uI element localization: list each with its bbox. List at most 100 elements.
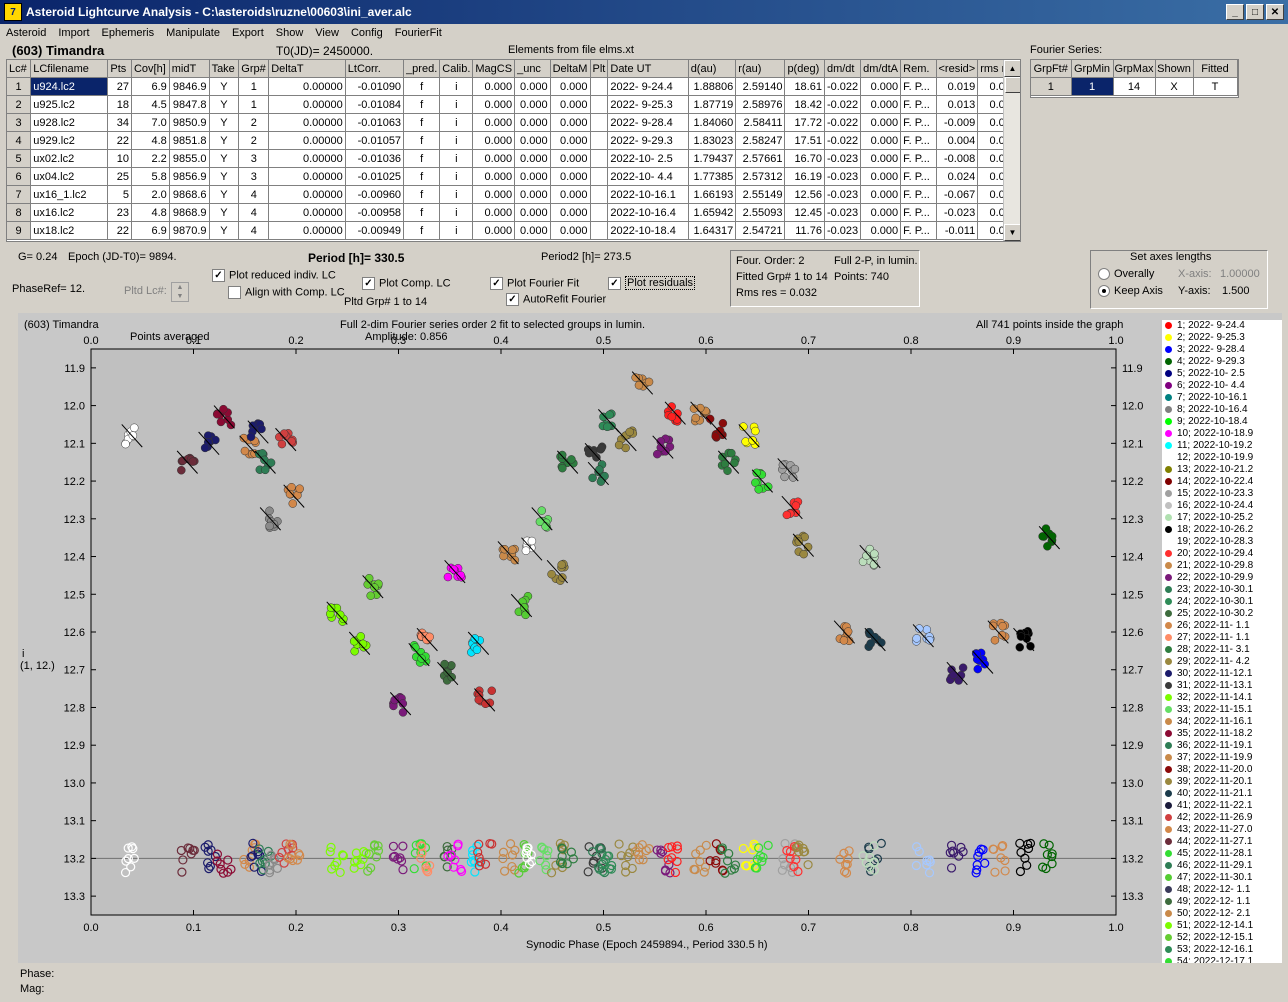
table-cell[interactable]: 4.8 xyxy=(131,131,170,150)
table-cell[interactable]: f xyxy=(403,131,441,150)
table-cell[interactable]: 0.000 xyxy=(550,113,591,132)
table-cell[interactable]: 2 xyxy=(7,95,32,114)
table-cell[interactable]: 0.00000 xyxy=(268,131,346,150)
table-cell[interactable]: Y xyxy=(209,167,240,186)
legend-item[interactable]: 52; 2022-12-15.1 xyxy=(1162,932,1282,944)
table-cell[interactable]: f xyxy=(403,77,441,96)
legend-item[interactable]: 9; 2022-10-18.4 xyxy=(1162,416,1282,428)
table-cell[interactable]: 8 xyxy=(7,203,32,222)
table-cell[interactable] xyxy=(590,95,609,114)
table-cell[interactable]: f xyxy=(403,149,441,168)
table-cell[interactable]: f xyxy=(403,221,441,240)
legend-item[interactable]: 10; 2022-10-18.9 xyxy=(1162,428,1282,440)
spin-down-icon[interactable]: ▼ xyxy=(172,292,188,301)
table-cell[interactable]: f xyxy=(403,203,441,222)
menu-manipulate[interactable]: Manipulate xyxy=(160,27,226,39)
table-cell[interactable]: ux18.lc2 xyxy=(30,221,109,240)
legend-item[interactable]: 3; 2022- 9-28.4 xyxy=(1162,344,1282,356)
table-cell[interactable]: -0.023 xyxy=(824,167,862,186)
table-cell[interactable]: F. P... xyxy=(900,113,937,132)
table-cell[interactable]: Y xyxy=(209,77,240,96)
table-cell[interactable] xyxy=(590,203,609,222)
legend-item[interactable]: 24; 2022-10-30.1 xyxy=(1162,596,1282,608)
lightcurve-table[interactable]: Lc# LCfilename Pts Cov[h] midT Take Grp# DeltaT… xyxy=(6,59,1021,242)
legend-item[interactable]: 25; 2022-10-30.2 xyxy=(1162,608,1282,620)
table-cell[interactable]: 2022-10-16.4 xyxy=(607,203,689,222)
fs-cell[interactable]: 1 xyxy=(1031,77,1072,96)
table-cell[interactable]: 0.000 xyxy=(860,113,902,132)
lc-col-header[interactable]: Take xyxy=(209,60,240,78)
lc-col-header[interactable]: DeltaT xyxy=(268,60,346,78)
table-cell[interactable]: 27 xyxy=(107,77,132,96)
table-cell[interactable]: -0.01084 xyxy=(345,95,405,114)
legend-item[interactable]: 35; 2022-11-18.2 xyxy=(1162,728,1282,740)
legend-item[interactable]: 36; 2022-11-19.1 xyxy=(1162,740,1282,752)
legend-item[interactable]: 49; 2022-12- 1.1 xyxy=(1162,896,1282,908)
table-cell[interactable]: 2 xyxy=(238,131,270,150)
table-cell[interactable]: F. P... xyxy=(900,95,937,114)
table-cell[interactable]: 0.000 xyxy=(860,149,902,168)
table-cell[interactable]: u924.lc2 xyxy=(30,77,109,96)
table-cell[interactable]: 2.58411 xyxy=(735,113,786,132)
table-cell[interactable]: 0.000 xyxy=(514,167,551,186)
legend-item[interactable]: 29; 2022-11- 4.2 xyxy=(1162,656,1282,668)
legend-item[interactable]: 19; 2022-10-28.3 xyxy=(1162,536,1282,548)
lc-col-header[interactable]: <resid> xyxy=(936,60,979,78)
legend-item[interactable]: 2; 2022- 9-25.3 xyxy=(1162,332,1282,344)
table-cell[interactable]: 12.56 xyxy=(784,185,825,204)
table-cell[interactable]: 0.00000 xyxy=(268,167,346,186)
table-cell[interactable]: 5.8 xyxy=(131,167,170,186)
table-cell[interactable]: 2.58976 xyxy=(735,95,786,114)
table-cell[interactable]: ux04.lc2 xyxy=(30,167,109,186)
legend-item[interactable]: 42; 2022-11-26.9 xyxy=(1162,812,1282,824)
table-cell[interactable]: 0.000 xyxy=(860,185,902,204)
table-cell[interactable]: 0.000 xyxy=(550,167,591,186)
plot-reduced-checkbox[interactable]: ✓ Plot reduced indiv. LC xyxy=(212,269,336,282)
table-cell[interactable]: -0.009 xyxy=(936,113,979,132)
table-cell[interactable]: -0.023 xyxy=(824,221,862,240)
lc-col-header[interactable]: _pred. xyxy=(403,60,441,78)
table-cell[interactable]: 9847.8 xyxy=(169,95,210,114)
table-cell[interactable]: 25 xyxy=(107,167,132,186)
table-cell[interactable]: 1 xyxy=(238,95,270,114)
table-cell[interactable]: 2022- 9-24.4 xyxy=(607,77,689,96)
table-cell[interactable]: 12.45 xyxy=(784,203,825,222)
table-scrollbar[interactable]: ▲ ▼ xyxy=(1003,60,1020,241)
plot-fourier-checkbox[interactable]: ✓ Plot Fourier Fit xyxy=(490,277,579,290)
table-cell[interactable]: 3 xyxy=(238,149,270,168)
legend-item[interactable]: 31; 2022-11-13.1 xyxy=(1162,680,1282,692)
table-cell[interactable]: 0.000 xyxy=(514,95,551,114)
legend-item[interactable]: 26; 2022-11- 1.1 xyxy=(1162,620,1282,632)
table-cell[interactable]: F. P... xyxy=(900,77,937,96)
table-cell[interactable]: 0.000 xyxy=(472,77,516,96)
table-cell[interactable]: 23 xyxy=(107,203,132,222)
legend-item[interactable]: 22; 2022-10-29.9 xyxy=(1162,572,1282,584)
legend-item[interactable]: 46; 2022-11-29.1 xyxy=(1162,860,1282,872)
table-cell[interactable]: 2022- 9-28.4 xyxy=(607,113,689,132)
table-cell[interactable]: 0.000 xyxy=(514,131,551,150)
table-cell[interactable]: 0.019 xyxy=(936,77,979,96)
table-cell[interactable] xyxy=(590,167,609,186)
table-cell[interactable]: 0.000 xyxy=(860,167,902,186)
legend-item[interactable]: 39; 2022-11-20.1 xyxy=(1162,776,1282,788)
table-cell[interactable]: 4 xyxy=(238,203,270,222)
table-cell[interactable]: F. P... xyxy=(900,185,937,204)
table-cell[interactable]: i xyxy=(439,221,474,240)
table-cell[interactable]: 4 xyxy=(7,131,32,150)
table-cell[interactable]: 18 xyxy=(107,95,132,114)
table-cell[interactable]: f xyxy=(403,167,441,186)
plot-comp-checkbox[interactable]: ✓ Plot Comp. LC xyxy=(362,277,451,290)
table-cell[interactable]: 9 xyxy=(7,221,32,240)
legend-item[interactable]: 27; 2022-11- 1.1 xyxy=(1162,632,1282,644)
legend-item[interactable]: 38; 2022-11-20.0 xyxy=(1162,764,1282,776)
lc-col-header[interactable]: DeltaM xyxy=(550,60,591,78)
table-cell[interactable]: 1.87719 xyxy=(688,95,737,114)
table-cell[interactable]: 1.64317 xyxy=(688,221,737,240)
table-cell[interactable]: 7 xyxy=(7,185,32,204)
table-cell[interactable]: 2.57312 xyxy=(735,167,786,186)
overall-radio[interactable]: Overally xyxy=(1098,268,1154,281)
table-cell[interactable]: -0.022 xyxy=(824,113,862,132)
table-cell[interactable]: 4.8 xyxy=(131,203,170,222)
table-cell[interactable] xyxy=(590,77,609,96)
table-cell[interactable]: 0.000 xyxy=(550,149,591,168)
